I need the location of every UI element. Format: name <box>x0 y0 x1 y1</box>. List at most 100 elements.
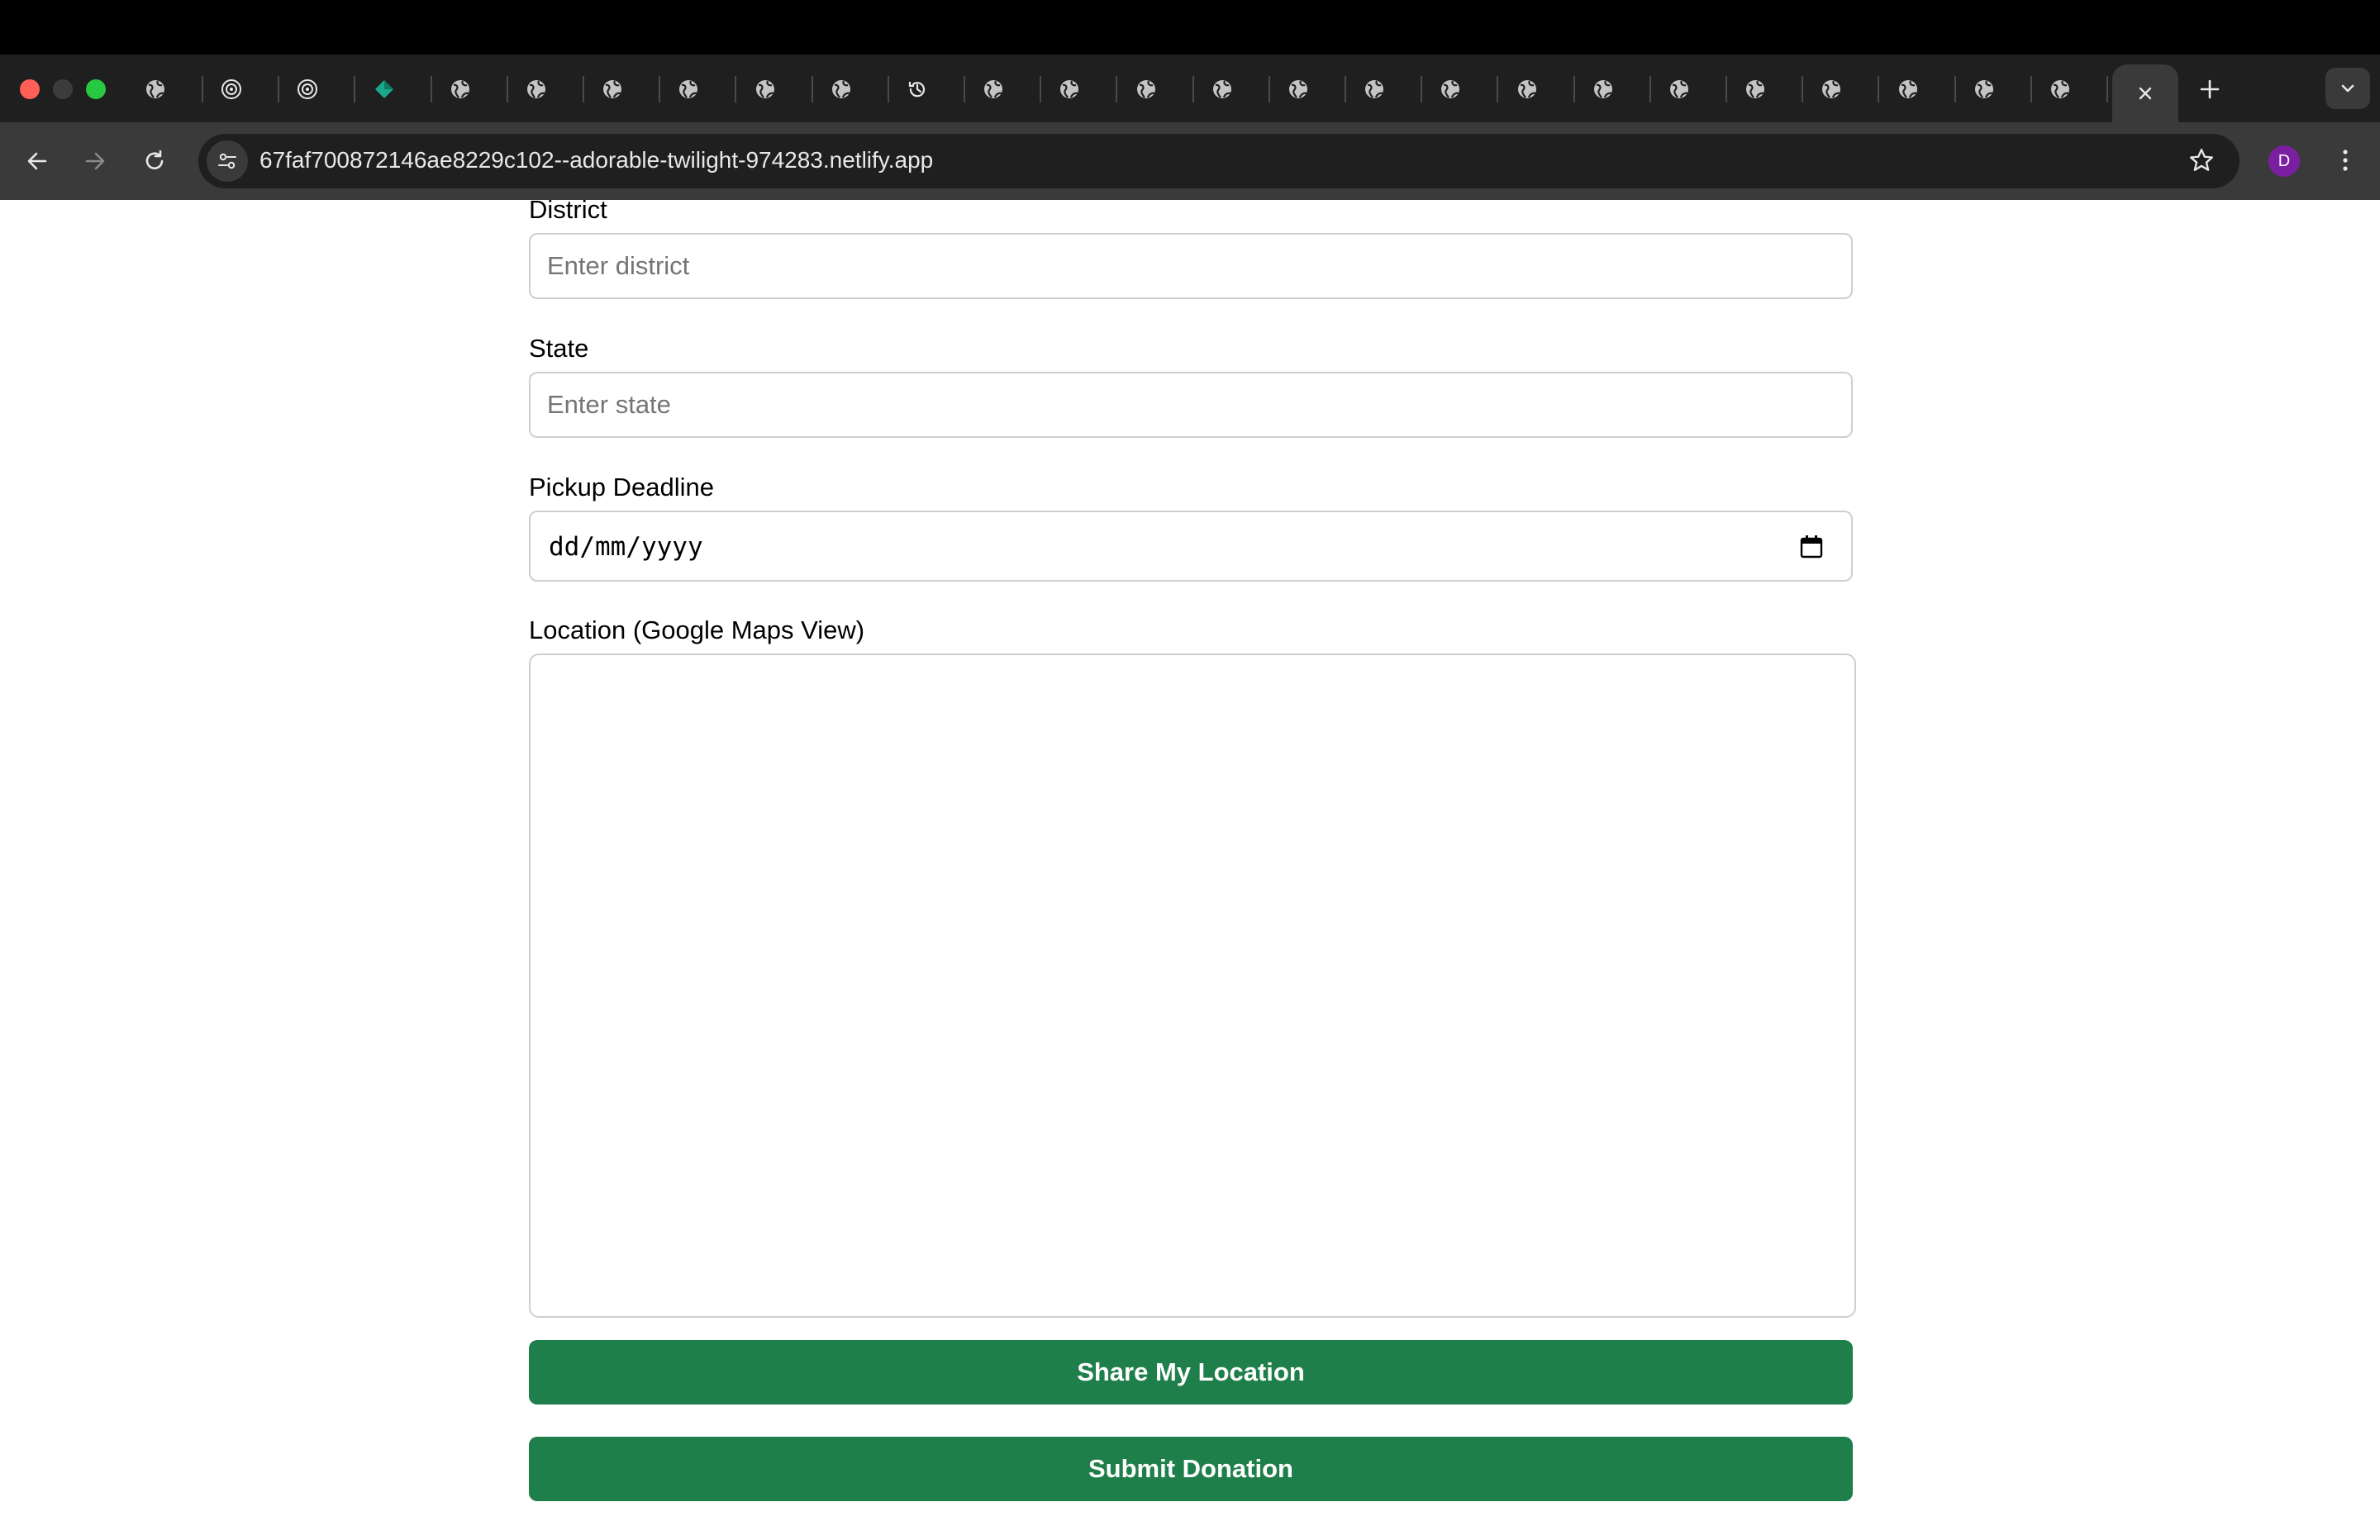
openai-icon <box>221 79 241 99</box>
zoom-window-button[interactable] <box>86 79 106 99</box>
tab-15[interactable] <box>1209 76 1235 102</box>
site-info-button[interactable] <box>207 140 248 182</box>
globe-icon <box>679 80 697 98</box>
tab-8[interactable] <box>675 76 702 102</box>
submit-donation-button[interactable]: Submit Donation <box>529 1437 1853 1501</box>
tab-separator <box>2106 76 2108 102</box>
tab-separator <box>507 76 508 102</box>
district-input[interactable] <box>529 233 1853 299</box>
state-label: State <box>529 334 589 363</box>
openai-icon <box>298 79 317 99</box>
tab-25[interactable] <box>1971 76 1997 102</box>
history-icon <box>908 82 926 97</box>
bookmark-button[interactable] <box>2183 142 2220 178</box>
globe-icon <box>1137 80 1155 98</box>
tab-separator <box>2030 76 2032 102</box>
tab-separator <box>354 76 355 102</box>
back-button[interactable] <box>18 142 56 180</box>
page-viewport: District State Pickup Deadline dd/mm/yyy… <box>0 200 2380 1540</box>
tab-5[interactable] <box>447 76 474 102</box>
date-format-text: dd/mm/yyyy <box>549 532 703 562</box>
globe-icon <box>1822 80 1840 98</box>
globe-icon <box>1899 80 1917 98</box>
tab-6[interactable] <box>523 76 550 102</box>
tab-17[interactable] <box>1361 76 1388 102</box>
os-menu-bar <box>0 0 2380 55</box>
tab-12[interactable] <box>980 76 1007 102</box>
tab-separator <box>659 76 660 102</box>
tab-2[interactable] <box>218 76 245 102</box>
tab-3[interactable] <box>294 76 321 102</box>
url-text[interactable]: 67faf700872146ae8229c102--adorable-twili… <box>259 145 933 175</box>
tab-separator <box>1573 76 1575 102</box>
globe-icon <box>1213 80 1231 98</box>
tab-24[interactable] <box>1895 76 1921 102</box>
globe-icon <box>1441 80 1459 98</box>
tab-10[interactable] <box>828 76 854 102</box>
tab-search-button[interactable] <box>2325 68 2370 109</box>
tab-separator <box>1954 76 1956 102</box>
tab-separator <box>812 76 813 102</box>
star-icon <box>2190 149 2213 171</box>
tab-separator <box>278 76 279 102</box>
active-tab[interactable] <box>2112 64 2178 122</box>
globe-icon <box>1975 80 1993 98</box>
pickup-deadline-label: Pickup Deadline <box>529 473 715 501</box>
location-map-view[interactable] <box>529 654 1856 1318</box>
profile-avatar[interactable]: D <box>2268 145 2300 177</box>
tab-14[interactable] <box>1133 76 1159 102</box>
tab-separator <box>888 76 889 102</box>
pickup-deadline-input[interactable]: dd/mm/yyyy <box>529 511 1853 582</box>
reload-button[interactable] <box>136 142 174 180</box>
state-input[interactable] <box>529 372 1853 438</box>
tab-11[interactable] <box>904 76 931 102</box>
tab-separator <box>583 76 584 102</box>
tab-separator <box>1040 76 1041 102</box>
globe-icon <box>756 80 774 98</box>
tab-16[interactable] <box>1285 76 1311 102</box>
reload-icon <box>145 150 164 169</box>
tab-separator <box>1192 76 1194 102</box>
globe-icon <box>1365 80 1383 98</box>
globe-icon <box>451 80 469 98</box>
tab-separator <box>964 76 965 102</box>
calendar-icon[interactable] <box>1798 534 1825 560</box>
tab-4[interactable] <box>371 76 397 102</box>
tab-26[interactable] <box>2047 76 2073 102</box>
globe-icon <box>2051 80 2069 98</box>
tab-21[interactable] <box>1666 76 1692 102</box>
arrow-left-icon <box>27 152 47 170</box>
globe-icon <box>984 80 1002 98</box>
tab-13[interactable] <box>1056 76 1083 102</box>
chevron-down-icon <box>2341 84 2354 93</box>
location-label: Location (Google Maps View) <box>529 616 865 644</box>
globe-icon <box>146 80 164 98</box>
tab-separator <box>1726 76 1727 102</box>
globe-icon <box>603 80 621 98</box>
tab-9[interactable] <box>752 76 778 102</box>
arrow-right-icon <box>85 152 105 170</box>
tab-1[interactable] <box>142 76 169 102</box>
tab-7[interactable] <box>599 76 626 102</box>
globe-icon <box>1746 80 1764 98</box>
globe-icon <box>1289 80 1307 98</box>
browser-menu-button[interactable] <box>2329 142 2362 178</box>
share-location-button[interactable]: Share My Location <box>529 1340 1853 1405</box>
tab-separator <box>1269 76 1270 102</box>
new-tab-button[interactable] <box>2193 73 2226 106</box>
tab-22[interactable] <box>1742 76 1768 102</box>
tab-18[interactable] <box>1437 76 1464 102</box>
tab-separator <box>1345 76 1346 102</box>
tab-23[interactable] <box>1818 76 1844 102</box>
plus-icon <box>2200 79 2220 99</box>
forward-button[interactable] <box>76 142 114 180</box>
globe-icon <box>1594 80 1612 98</box>
district-label: District <box>529 200 607 224</box>
gem-icon <box>375 80 393 98</box>
close-tab-icon[interactable] <box>2136 84 2154 102</box>
tab-19[interactable] <box>1514 76 1540 102</box>
tab-20[interactable] <box>1590 76 1616 102</box>
tab-separator <box>202 76 203 102</box>
close-window-button[interactable] <box>20 79 40 99</box>
minimize-window-button[interactable] <box>53 79 73 99</box>
